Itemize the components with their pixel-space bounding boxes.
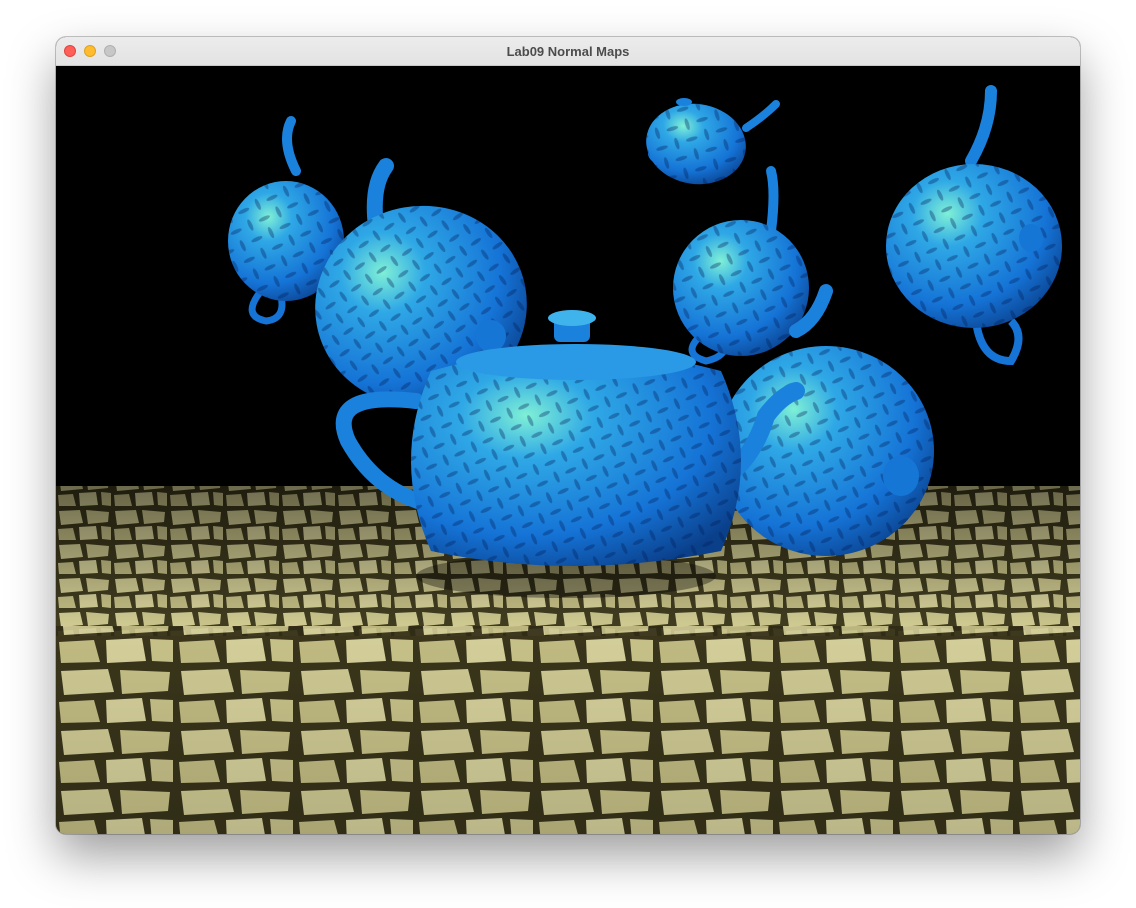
window-title: Lab09 Normal Maps — [506, 44, 630, 59]
app-window: Lab09 Normal Maps — [56, 37, 1080, 834]
title-bar[interactable]: Lab09 Normal Maps — [56, 37, 1080, 66]
render-viewport[interactable] — [56, 66, 1080, 834]
scene-canvas — [56, 66, 1080, 834]
